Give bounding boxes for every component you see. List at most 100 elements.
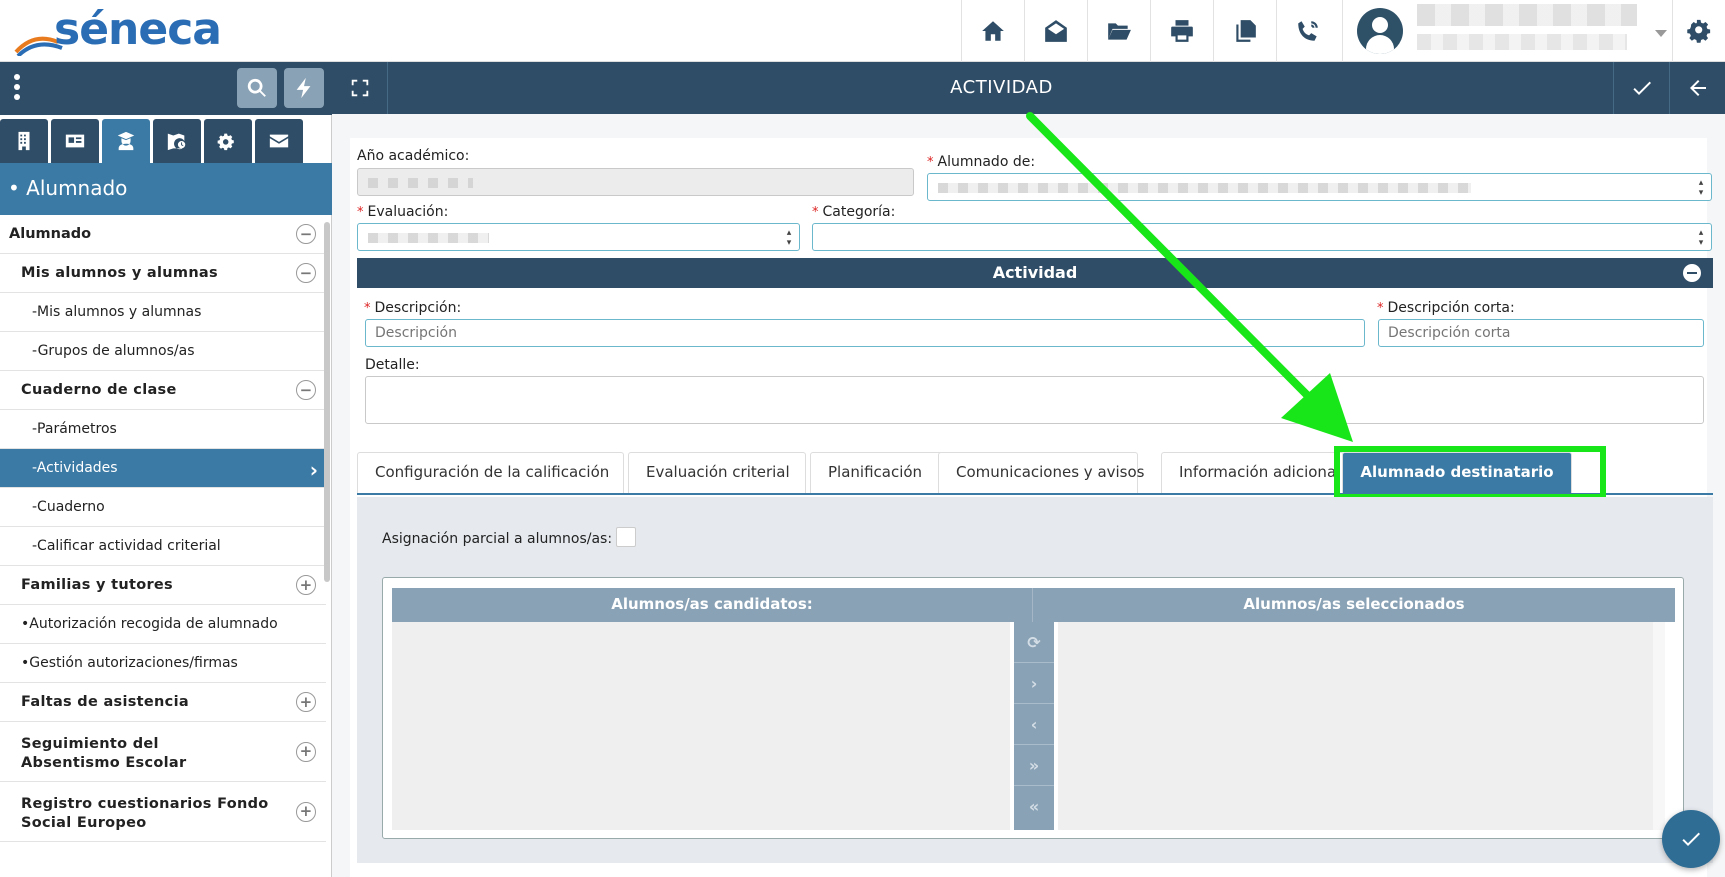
page-title: ACTIVIDAD [950, 77, 1053, 98]
sidebar-item-mis-alumnos-link[interactable]: -Mis alumnos y alumnas [0, 293, 326, 332]
expand-icon[interactable]: + [296, 575, 316, 595]
print-button[interactable] [1150, 0, 1213, 62]
tab-informacion-adicional[interactable]: Información adicional [1161, 452, 1344, 493]
seleccionados-list[interactable] [1058, 622, 1653, 830]
search-icon [247, 78, 266, 97]
sidebar-item-label: •Autorización recogida de alumnado [21, 616, 278, 632]
sidebar-item-actividades[interactable]: -Actividades › [0, 449, 326, 488]
seleccionados-scrollbar[interactable] [1653, 622, 1665, 830]
user-menu[interactable] [1342, 0, 1672, 62]
section-title: Actividad [992, 263, 1078, 282]
sidebar-item-fondo-social[interactable]: Registro cuestionarios Fondo Social Euro… [0, 782, 326, 842]
back-button[interactable] [1669, 62, 1725, 114]
sidebar-item-cuaderno[interactable]: -Cuaderno [0, 488, 326, 527]
actividad-section-header[interactable]: Actividad [357, 258, 1713, 288]
tab-comunicaciones[interactable] [255, 119, 303, 163]
descripcion-corta-label: * Descripción corta: [1377, 300, 1515, 316]
sidebar-item-label: -Calificar actividad criterial [32, 538, 221, 554]
seneca-logo[interactable]: séneca [14, 4, 222, 58]
sidebar-item-label: Mis alumnos y alumnas [21, 265, 218, 281]
chevron-right-icon: › [309, 458, 318, 482]
candidatos-list[interactable] [392, 622, 1010, 830]
phone-button[interactable] [1276, 0, 1339, 62]
tab-personal[interactable] [51, 119, 99, 163]
tab-horarios[interactable] [153, 119, 201, 163]
envelope-icon [269, 134, 289, 148]
tab-centro[interactable] [0, 119, 48, 163]
sidebar-item-mis-alumnos[interactable]: Mis alumnos y alumnas − [0, 254, 326, 293]
sidebar-item-label: Alumnado [9, 226, 92, 242]
highlight-box [1334, 446, 1606, 500]
move-right-button[interactable]: › [1014, 663, 1054, 704]
fullscreen-button[interactable] [332, 62, 388, 114]
sidebar-item-parametros[interactable]: -Parámetros [0, 410, 326, 449]
seleccionados-header: Alumnos/as seleccionados [1032, 588, 1675, 622]
tab-evaluacion-criterial[interactable]: Evaluación criterial [628, 452, 806, 493]
tab-utilidades[interactable] [204, 119, 252, 163]
tab-planificacion[interactable]: Planificación [810, 452, 943, 493]
candidatos-header: Alumnos/as candidatos: [392, 588, 1032, 622]
gear-icon [1687, 19, 1711, 43]
check-icon [1682, 832, 1700, 846]
sidebar-item-label: -Actividades [32, 460, 118, 476]
top-toolbar [961, 0, 1339, 62]
categoria-select[interactable] [812, 223, 1712, 251]
alumnado-select[interactable] [927, 173, 1712, 201]
sidebar-item-autorizacion[interactable]: •Autorización recogida de alumnado [0, 605, 326, 644]
sidebar-item-grupos[interactable]: -Grupos de alumnos/as [0, 332, 326, 371]
settings-button[interactable] [1672, 0, 1725, 62]
collapse-icon[interactable] [1683, 264, 1701, 282]
sidebar-section-title: • Alumnado [0, 163, 332, 215]
sidebar-item-familias[interactable]: Familias y tutores + [0, 566, 326, 605]
folder-button[interactable] [1087, 0, 1150, 62]
tab-comunicaciones-avisos[interactable]: Comunicaciones y avisos [938, 452, 1144, 493]
detalle-label: Detalle: [365, 357, 420, 373]
sidebar-item-label: Seguimiento del Absentismo Escolar [21, 735, 187, 771]
descripcion-input[interactable] [365, 319, 1365, 347]
copy-button[interactable] [1213, 0, 1276, 62]
quick-access-button[interactable] [284, 68, 324, 108]
sidebar-item-label: •Gestión autorizaciones/firmas [21, 655, 238, 671]
tab-alumnado[interactable] [102, 119, 150, 163]
mail-button[interactable] [1024, 0, 1087, 62]
mail-open-icon [1045, 20, 1067, 42]
tab-configuracion-calificacion[interactable]: Configuración de la calificación [357, 452, 624, 493]
move-left-button[interactable]: ‹ [1014, 704, 1054, 745]
schedule-icon [167, 133, 186, 151]
accept-button[interactable] [1613, 62, 1669, 114]
move-all-left-button[interactable]: « [1014, 786, 1054, 827]
sidebar-item-gestion-autorizaciones[interactable]: •Gestión autorizaciones/firmas [0, 644, 326, 683]
expand-icon[interactable]: + [296, 692, 316, 712]
detalle-textarea[interactable] [365, 376, 1704, 424]
descripcion-corta-input[interactable] [1378, 319, 1704, 347]
copy-icon [1236, 20, 1256, 42]
sidebar-item-label: Faltas de asistencia [21, 694, 189, 710]
sidebar-item-alumnado[interactable]: Alumnado − [0, 215, 326, 254]
collapse-icon[interactable]: − [296, 380, 316, 400]
home-icon [982, 21, 1004, 41]
more-options-icon[interactable] [14, 74, 22, 104]
sidebar-item-absentismo[interactable]: Seguimiento del Absentismo Escolar + [0, 722, 326, 782]
sidebar-item-cuaderno-clase[interactable]: Cuaderno de clase − [0, 371, 326, 410]
collapse-icon[interactable]: − [296, 263, 316, 283]
categoria-label: * Categoría: [812, 204, 896, 220]
sidebar-item-label: Familias y tutores [21, 577, 173, 593]
collapse-icon[interactable]: − [296, 224, 316, 244]
expand-icon[interactable]: + [296, 741, 316, 762]
evaluacion-select[interactable] [357, 223, 800, 251]
expand-icon[interactable]: + [296, 801, 316, 822]
dual-list-selector: Alumnos/as candidatos: Alumnos/as selecc… [382, 577, 1684, 839]
sidebar-scrollbar[interactable] [324, 222, 330, 582]
refresh-button[interactable]: ⟳ [1014, 622, 1054, 663]
chevron-down-icon [1655, 30, 1667, 37]
anio-label: Año académico: [357, 148, 470, 164]
sidebar-item-faltas[interactable]: Faltas de asistencia + [0, 683, 326, 722]
asignacion-parcial-checkbox[interactable] [616, 527, 636, 547]
sidebar-item-calificar[interactable]: -Calificar actividad criterial [0, 527, 326, 566]
id-card-icon [65, 134, 85, 148]
search-button[interactable] [237, 68, 277, 108]
home-button[interactable] [961, 0, 1024, 62]
move-all-right-button[interactable]: » [1014, 745, 1054, 786]
save-fab-button[interactable] [1662, 810, 1720, 868]
sidebar-item-label: Registro cuestionarios Fondo Social Euro… [21, 795, 269, 831]
